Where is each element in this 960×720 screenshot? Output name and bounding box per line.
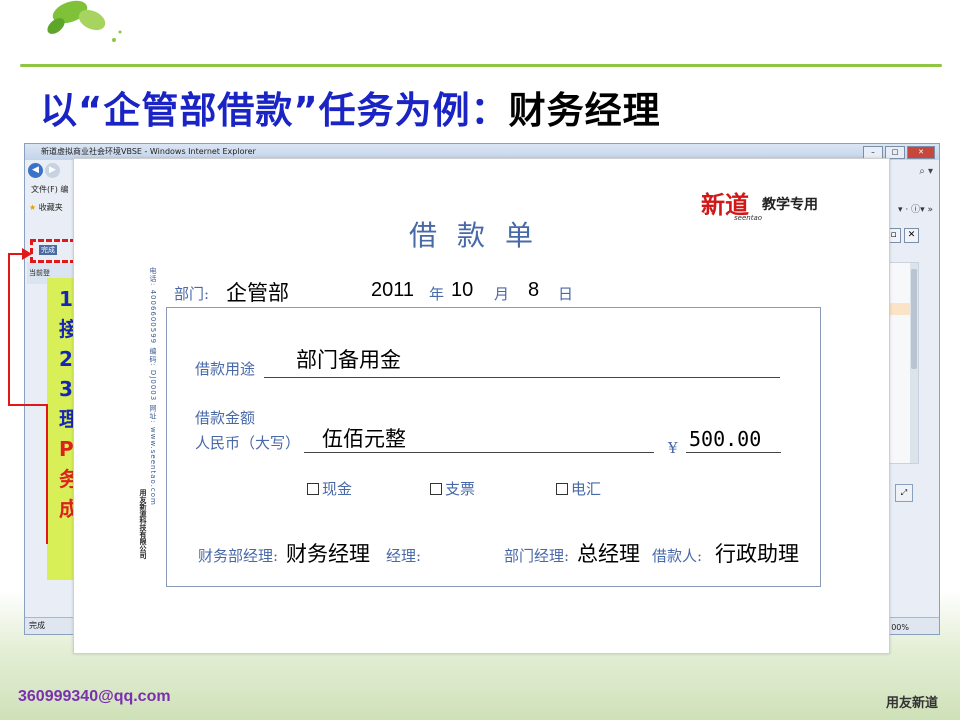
pay-check-option[interactable]: 支票	[430, 478, 475, 499]
side-contact-text: 电话: 4006600599 编码: DJ0003 网址: www.seenta…	[149, 267, 157, 506]
slide-title: 以“企管部借款”任务为例：财务经理	[40, 80, 661, 134]
side-info: 电话: 4006600599 编码: DJ0003 网址: www.seenta…	[136, 267, 158, 597]
right-list-panel	[887, 262, 919, 464]
checkbox-icon[interactable]	[556, 483, 568, 495]
year-label: 年	[429, 285, 445, 303]
scrollbar[interactable]	[910, 263, 918, 463]
pay-check-label: 支票	[445, 480, 476, 498]
brand-logo-sub: seentao	[734, 214, 763, 222]
teaching-use-label: 教学专用	[762, 197, 818, 213]
dept-value[interactable]: 企管部	[226, 277, 289, 307]
amount-label: 借款金额	[195, 409, 256, 427]
borrower-value[interactable]: 行政助理	[715, 538, 799, 568]
pay-wire-label: 电汇	[571, 480, 602, 498]
borrower-label: 借款人:	[652, 547, 703, 565]
checkbox-icon[interactable]	[307, 483, 319, 495]
zoom-level[interactable]: 00%	[891, 623, 909, 632]
panel-close-icon[interactable]: ✕	[904, 228, 919, 243]
panel-controls: ▫ ✕	[886, 228, 919, 243]
purpose-label: 借款用途	[195, 360, 256, 378]
checkbox-icon[interactable]	[430, 483, 442, 495]
dept-label: 部门:	[174, 285, 210, 303]
footer-brand: 用友新道	[885, 696, 938, 711]
month-value[interactable]: 10	[451, 279, 473, 302]
slide-title-black: 财务经理	[508, 89, 661, 132]
amount-number-value[interactable]: 500.00	[689, 427, 761, 451]
finance-mgr-value[interactable]: 财务经理	[286, 538, 370, 568]
menu-edit[interactable]: 编	[60, 185, 68, 194]
arrow-right-icon	[22, 248, 32, 260]
manager-label-tail: 经理:	[386, 547, 422, 565]
favorites-bar: ★ 收藏夹	[29, 202, 63, 213]
year-value[interactable]: 2011	[371, 279, 414, 302]
annotation-line	[8, 404, 48, 406]
yen-symbol: ¥	[668, 439, 678, 457]
annotation-line	[46, 404, 48, 544]
close-button[interactable]: ✕	[907, 146, 935, 159]
side-company-text: 用友新道科技有限公司	[139, 489, 147, 559]
status-text: 完成	[29, 621, 45, 630]
dept-mgr-value[interactable]: 总经理	[577, 538, 640, 568]
favorites-link[interactable]: 收藏夹	[39, 203, 63, 212]
finance-mgr-label: 财务部经理:	[198, 547, 279, 565]
amount-words-value[interactable]: 伍佰元整	[322, 423, 406, 453]
day-value[interactable]: 8	[528, 279, 539, 302]
highlight-box: 完成	[30, 239, 76, 263]
day-label: 日	[558, 285, 574, 303]
amount-number-underline	[686, 452, 781, 453]
selected-row[interactable]	[888, 303, 910, 315]
amount-words-underline	[304, 452, 654, 453]
menu-file[interactable]: 文件(F)	[31, 185, 58, 194]
pay-cash-option[interactable]: 现金	[307, 478, 352, 499]
search-icon[interactable]: ⌕ ▾	[919, 166, 933, 177]
dept-mgr-label: 部门经理:	[504, 547, 570, 565]
tools-icon[interactable]: ▾ · ⓘ▾ »	[898, 202, 933, 215]
highlight-label: 完成	[39, 245, 57, 255]
rmb-label: 人民币（大写）	[195, 434, 301, 452]
scroll-thumb[interactable]	[911, 269, 917, 369]
leaf-decoration-icon	[47, 0, 122, 42]
title-divider	[20, 64, 942, 67]
back-icon[interactable]: ◀	[28, 163, 43, 178]
loan-form: 新道 seentao 教学专用 借款单 电话: 4006600599 编码: D…	[73, 158, 890, 654]
month-label: 月	[494, 285, 510, 303]
star-icon: ★	[29, 203, 37, 212]
annotation-line	[8, 253, 10, 405]
menu-bar: 文件(F) 编	[31, 184, 68, 195]
purpose-value[interactable]: 部门备用金	[296, 344, 401, 374]
forward-icon[interactable]: ▶	[45, 163, 60, 178]
expand-icon[interactable]: ⤢	[895, 484, 913, 502]
purpose-underline	[264, 377, 780, 378]
slide-title-blue: 以“企管部借款”任务为例：	[40, 89, 509, 132]
sub-tab-label: 当前登	[29, 269, 50, 277]
contact-email: 360999340@qq.com	[18, 688, 171, 705]
pay-wire-option[interactable]: 电汇	[556, 478, 601, 499]
pay-cash-label: 现金	[322, 480, 353, 498]
form-title: 借款单	[409, 219, 554, 252]
